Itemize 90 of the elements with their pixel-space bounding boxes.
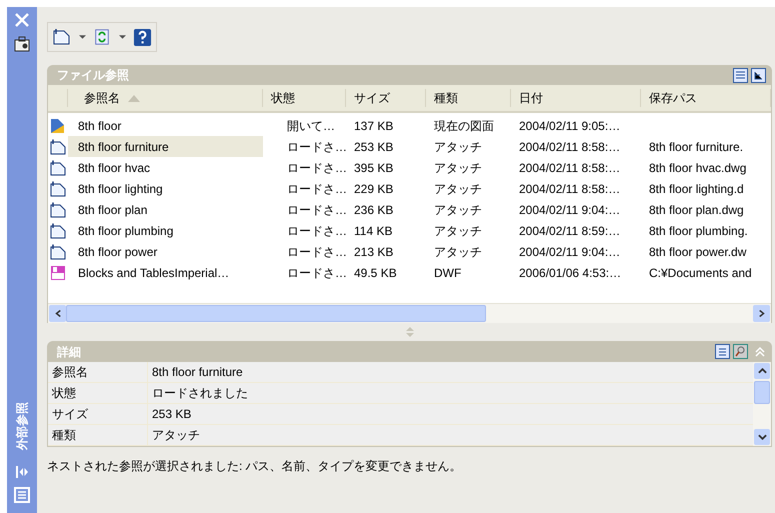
- property-value: ロードされました: [151, 385, 249, 402]
- list-icon[interactable]: [14, 487, 30, 503]
- horizontal-scrollbar[interactable]: [48, 303, 771, 323]
- reference-name[interactable]: 8th floor lighting: [68, 178, 263, 199]
- table-cell-text: 2004/02/11 8:58:…: [518, 160, 622, 176]
- table-cell-text: 2004/02/11 9:05:…: [518, 118, 622, 134]
- properties-icon[interactable]: [715, 344, 730, 359]
- table-cell-text: 8th floor plumbing.: [648, 222, 749, 240]
- column-header[interactable]: 参照名: [68, 89, 263, 107]
- column-header[interactable]: 種類: [426, 89, 511, 107]
- table-cell-text: 開いて…: [286, 118, 336, 134]
- scrollbar-thumb[interactable]: [754, 381, 770, 404]
- table-cell-text: 8th floor furniture.: [648, 138, 744, 156]
- table-cell-text: 213 KB: [353, 244, 394, 260]
- list-view-icon[interactable]: [733, 68, 748, 82]
- attached-file-icon: [50, 138, 66, 154]
- property-label: サイズ: [48, 404, 148, 424]
- reference-name[interactable]: Blocks and TablesImperial…: [68, 262, 263, 283]
- table-cell-text: 229 KB: [353, 180, 394, 198]
- column-header[interactable]: 状態: [263, 89, 346, 107]
- vertical-scrollbar[interactable]: [753, 362, 771, 446]
- table-cell-text: 137 KB: [353, 118, 394, 134]
- table-cell-text: ロードさ…: [286, 180, 346, 198]
- attached-file-icon: [50, 244, 66, 260]
- dwf-file-icon: [50, 264, 66, 280]
- table-cell-text: 8th floor power.dw: [648, 244, 748, 260]
- table-cell-text: アタッチ: [433, 202, 483, 218]
- table-cell-text: アタッチ: [433, 244, 483, 260]
- table-cell-text: アタッチ: [433, 138, 483, 156]
- table-cell-text: 2004/02/11 9:04:…: [518, 202, 622, 218]
- sort-ascending-icon: [128, 94, 140, 102]
- table-cell-text: 2004/02/11 8:59:…: [518, 222, 622, 240]
- reference-name[interactable]: 8th floor plan: [68, 199, 263, 220]
- table-cell-text: 2004/02/11 8:58:…: [518, 138, 622, 156]
- panel-title: ファイル参照: [57, 67, 129, 84]
- reference-name[interactable]: 8th floor furniture: [68, 136, 263, 157]
- scrollbar-thumb[interactable]: [66, 305, 486, 322]
- table-cell-text: ロードさ…: [286, 160, 346, 176]
- scroll-down-icon[interactable]: [754, 429, 770, 445]
- table-cell-text: アタッチ: [433, 180, 483, 198]
- table-cell-text: DWF: [433, 264, 462, 282]
- table-cell-text: 114 KB: [353, 222, 394, 240]
- table-cell-text: 236 KB: [353, 202, 394, 218]
- reference-name[interactable]: 8th floor hvac: [68, 157, 263, 178]
- table-cell-text: 2006/01/06 4:53:…: [518, 264, 622, 282]
- status-message: ネストされた参照が選択されました: パス、名前、タイプを変更できません。: [47, 458, 463, 475]
- attached-file-icon: [50, 202, 66, 218]
- reference-name[interactable]: 8th floor plumbing: [68, 220, 263, 241]
- expand-icon[interactable]: [15, 465, 29, 479]
- column-header[interactable]: 保存パス: [641, 89, 771, 107]
- table-cell-text: 現在の図面: [433, 118, 495, 134]
- attached-file-icon: [50, 180, 66, 196]
- reference-name[interactable]: 8th floor power: [68, 241, 263, 262]
- attached-file-icon: [50, 160, 66, 176]
- preview-icon[interactable]: [733, 344, 748, 359]
- scroll-left-icon[interactable]: [49, 305, 66, 322]
- scroll-up-icon[interactable]: [754, 363, 770, 379]
- property-value: 8th floor furniture: [151, 364, 244, 381]
- property-label: 状態: [48, 383, 148, 403]
- table-cell-text: ロードさ…: [286, 138, 346, 156]
- table-cell-text: 8th floor lighting.d: [648, 180, 745, 198]
- table-cell-text: アタッチ: [433, 160, 483, 176]
- table-cell-text: ロードさ…: [286, 244, 346, 260]
- scroll-right-icon[interactable]: [753, 305, 770, 322]
- table-cell-text: C:¥Documents and: [648, 264, 753, 282]
- close-icon[interactable]: [13, 11, 31, 29]
- column-header[interactable]: サイズ: [346, 89, 426, 107]
- table-cell-text: 2004/02/11 8:58:…: [518, 180, 622, 198]
- drawing-file-icon: [50, 118, 66, 134]
- table-cell-text: 49.5 KB: [353, 264, 398, 282]
- table-cell-text: ロードさ…: [286, 264, 346, 282]
- property-value: 253 KB: [151, 406, 192, 423]
- table-cell-text: ロードさ…: [286, 202, 346, 218]
- table-cell-text: 8th floor hvac.dwg: [648, 160, 748, 176]
- table-cell-text: ロードさ…: [286, 222, 346, 240]
- table-cell-text: 253 KB: [353, 138, 394, 156]
- briefcase-icon[interactable]: [13, 35, 31, 53]
- table-cell-text: 2004/02/11 9:04:…: [518, 244, 622, 260]
- property-label: 参照名: [48, 362, 148, 382]
- tree-view-icon[interactable]: [751, 68, 766, 82]
- property-value: アタッチ: [151, 427, 201, 444]
- sidebar-title: 外部参照: [14, 402, 30, 450]
- column-header[interactable]: 日付: [511, 89, 641, 107]
- table-cell-text: 395 KB: [353, 160, 394, 176]
- reference-name[interactable]: 8th floor: [68, 115, 263, 136]
- attached-file-icon: [50, 222, 66, 238]
- property-label: 種類: [48, 425, 148, 445]
- table-cell-text: アタッチ: [433, 222, 483, 240]
- panel-title: 詳細: [57, 344, 81, 360]
- table-cell-text: 8th floor plan.dwg: [648, 202, 745, 218]
